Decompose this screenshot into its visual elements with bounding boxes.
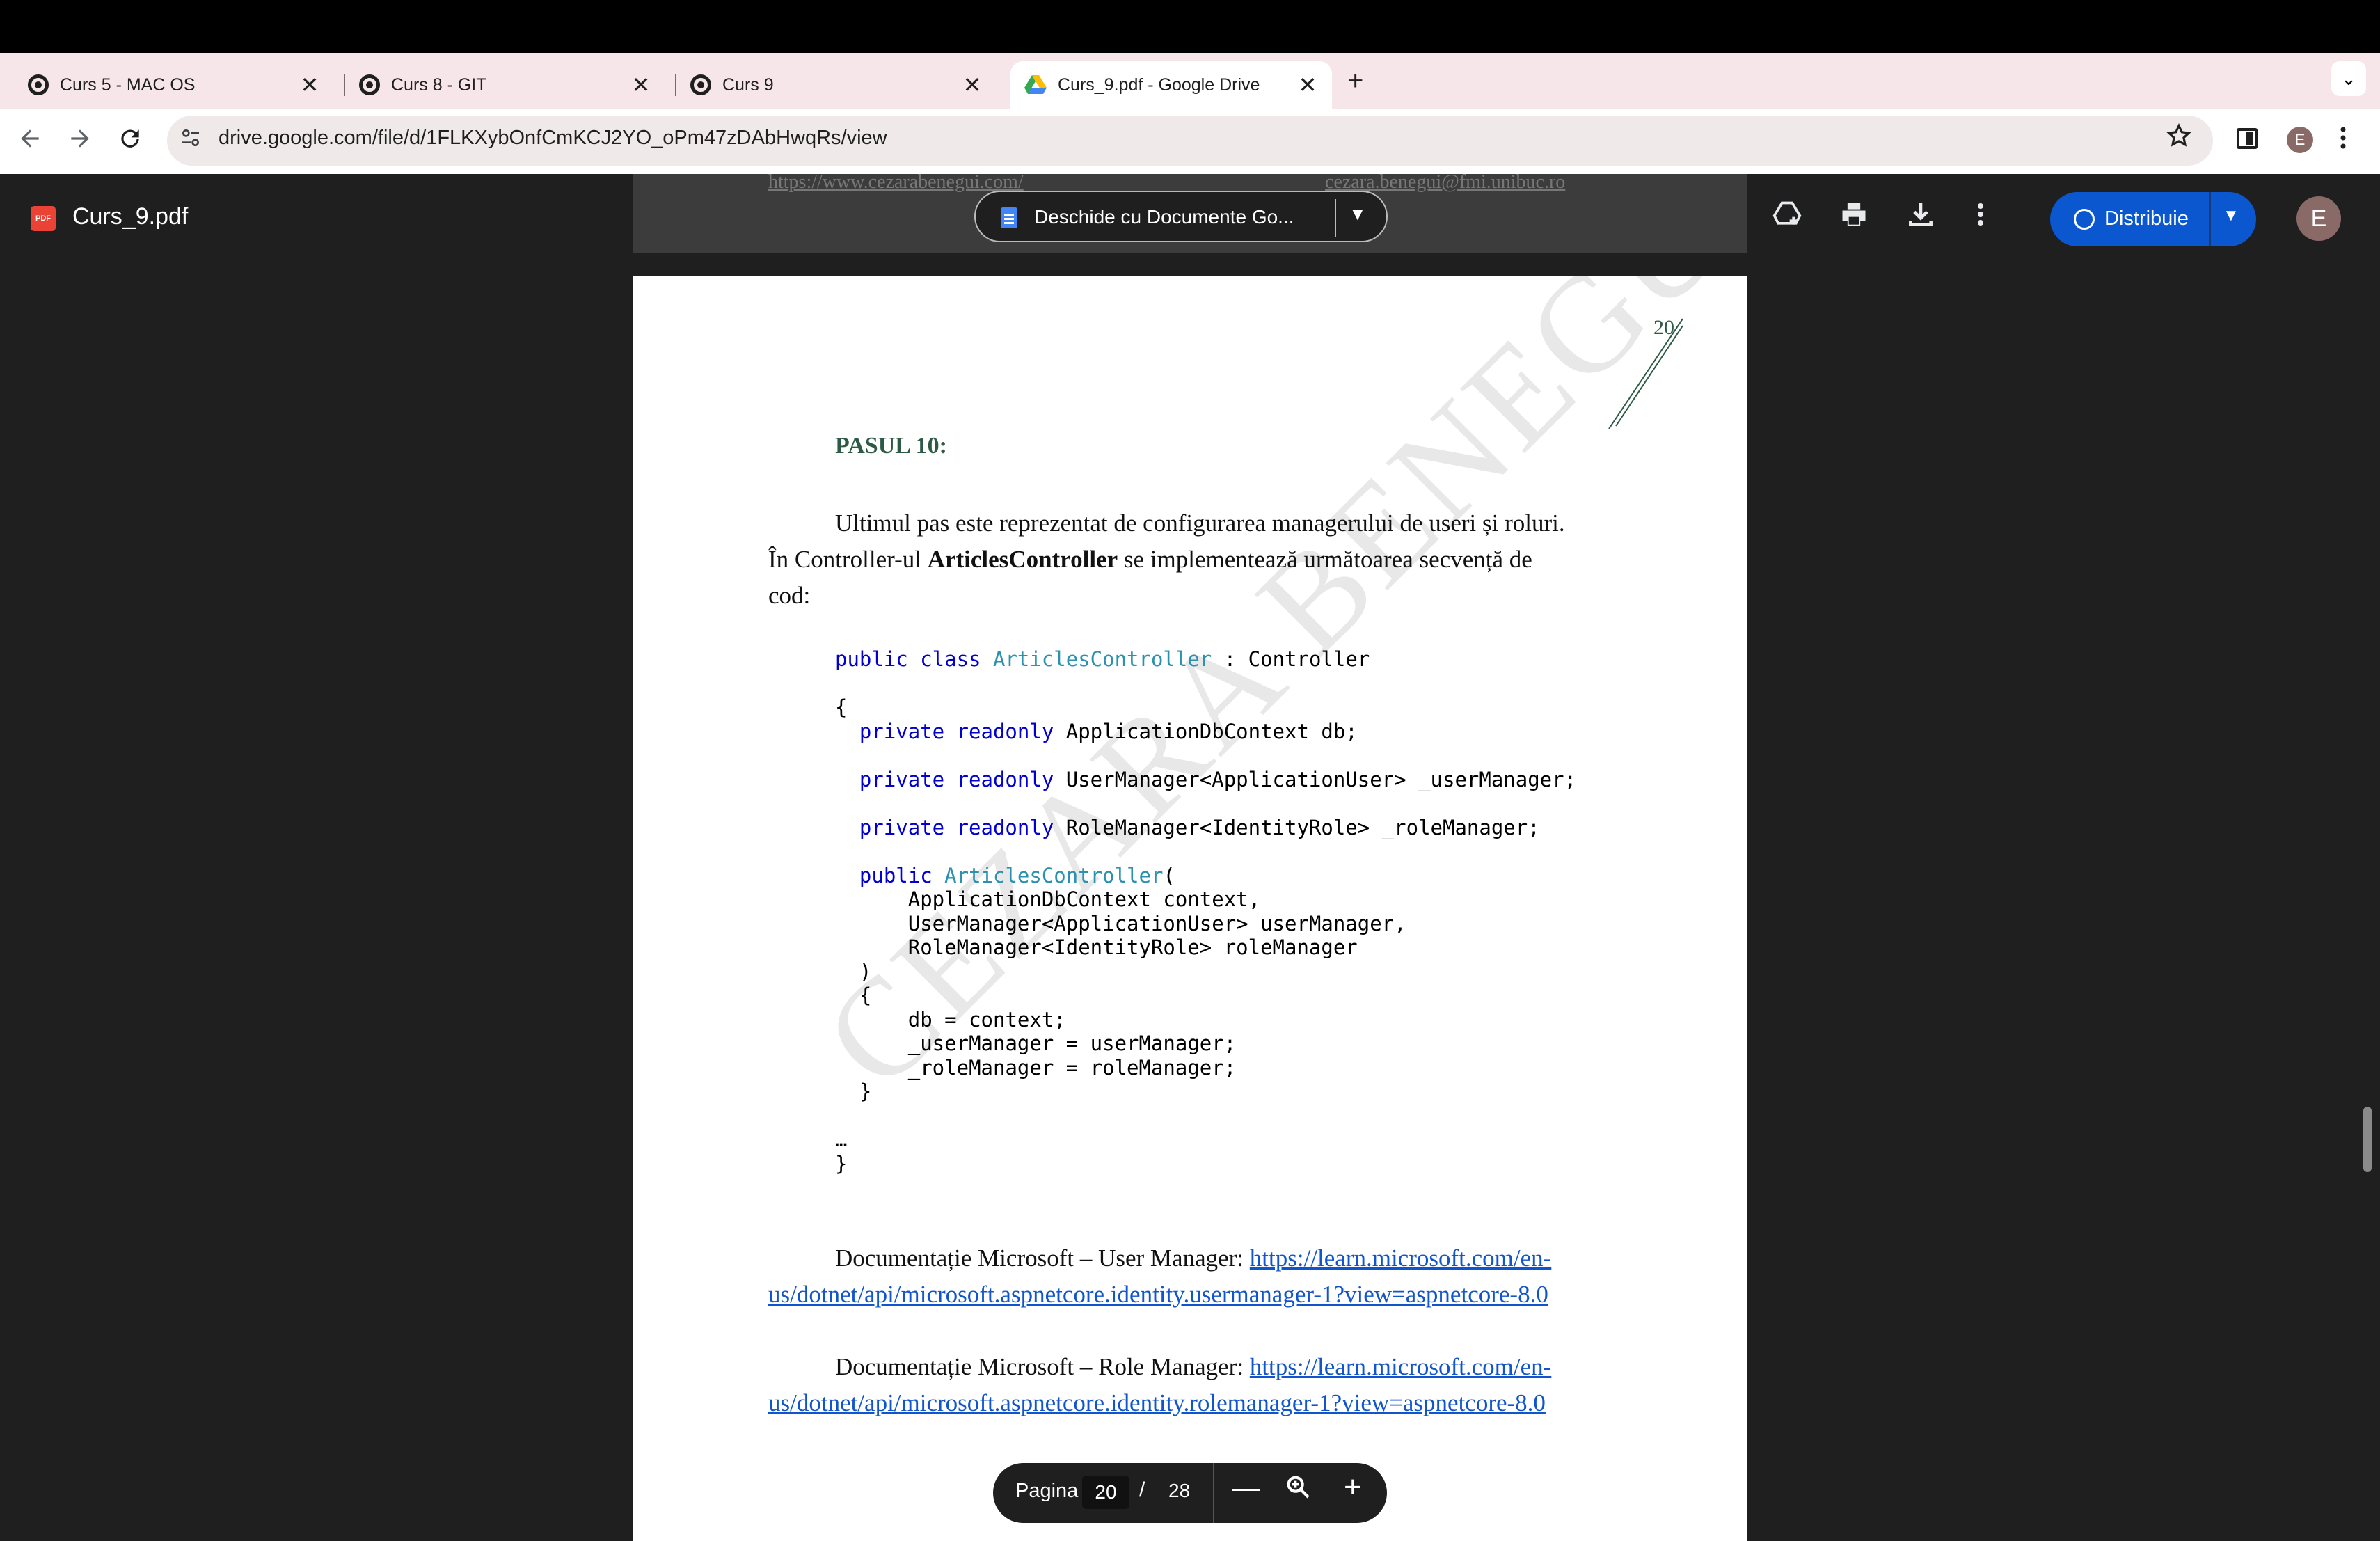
github-icon xyxy=(690,74,711,95)
zoom-out-button[interactable]: — xyxy=(1232,1473,1260,1504)
ghost-link: https://www.cezarabenegui.com/ xyxy=(768,174,1024,193)
more-actions-button[interactable] xyxy=(1975,199,1986,237)
tab-strip: Curs 5 - MAC OS ✕ Curs 8 - GIT ✕ Curs 9 … xyxy=(0,53,2380,109)
step-title: PASUL 10: xyxy=(835,433,947,459)
account-avatar[interactable]: E xyxy=(2296,196,2341,241)
print-button[interactable] xyxy=(1839,199,1869,237)
kebab-menu-icon xyxy=(2340,127,2346,149)
arrow-right-icon xyxy=(71,129,89,148)
tab-title: Curs 8 - GIT xyxy=(391,74,487,95)
google-drive-icon xyxy=(1024,75,1047,94)
button-divider xyxy=(1335,199,1336,237)
chevron-down-icon: ⌄ xyxy=(2341,68,2356,89)
reload-button[interactable] xyxy=(117,125,143,159)
controls-divider xyxy=(1213,1463,1214,1523)
browser-menu-button[interactable] xyxy=(2338,124,2348,159)
download-button[interactable] xyxy=(1905,199,1936,237)
add-to-drive-button[interactable] xyxy=(1772,199,1802,237)
new-tab-button[interactable]: + xyxy=(1347,65,1363,97)
download-icon xyxy=(1909,203,1933,226)
close-icon[interactable]: ✕ xyxy=(1297,72,1318,98)
zoom-in-button[interactable]: + xyxy=(1344,1470,1362,1505)
dropdown-caret-icon[interactable]: ▼ xyxy=(1349,203,1367,225)
tab-curs5[interactable]: Curs 5 - MAC OS ✕ xyxy=(14,61,334,109)
back-button[interactable] xyxy=(17,125,43,159)
share-button[interactable]: Distribuie ▼ xyxy=(2050,192,2256,246)
forward-button[interactable] xyxy=(67,125,93,159)
doc-user-manager: Documentație Microsoft – User Manager: h… xyxy=(768,1244,1552,1308)
pdf-file-icon: PDF xyxy=(31,206,56,231)
page-label: Pagina xyxy=(1015,1480,1079,1502)
file-name: Curs_9.pdf xyxy=(72,203,189,230)
bookmark-button[interactable] xyxy=(2166,123,2192,156)
code-block: public class ArticlesController : Contro… xyxy=(835,647,1577,1176)
total-pages: 28 xyxy=(1168,1480,1191,1501)
zoom-icon[interactable] xyxy=(1284,1473,1312,1508)
open-with-docs-button[interactable]: Deschide cu Documente Go... ▼ xyxy=(974,191,1388,242)
star-icon xyxy=(2166,123,2191,147)
github-icon xyxy=(359,74,380,95)
url-text[interactable]: drive.google.com/file/d/1FLKXybOnfCmKCJ2… xyxy=(219,127,887,150)
pdf-page: CEZARA BENEGUI 20 PASUL 10: Ultimul pas … xyxy=(633,276,1747,1541)
side-panel-icon[interactable] xyxy=(2237,128,2258,149)
share-dropdown-icon[interactable]: ▼ xyxy=(2223,206,2239,226)
arrow-left-icon xyxy=(21,129,39,148)
globe-icon xyxy=(2074,209,2095,230)
google-docs-icon xyxy=(1001,207,1017,228)
tab-title: Curs 5 - MAC OS xyxy=(60,74,196,95)
os-top-bar xyxy=(0,0,2380,53)
github-icon xyxy=(28,74,49,95)
page-separator: / xyxy=(1139,1478,1145,1501)
profile-avatar[interactable]: E xyxy=(2287,127,2313,153)
share-label: Distribuie xyxy=(2104,207,2189,230)
current-page-input[interactable]: 20 xyxy=(1082,1476,1129,1509)
share-divider xyxy=(2209,192,2211,246)
close-icon[interactable]: ✕ xyxy=(962,72,983,98)
doc-role-manager: Documentație Microsoft – Role Manager: h… xyxy=(768,1353,1552,1416)
tab-search-button[interactable]: ⌄ xyxy=(2331,61,2366,96)
print-icon xyxy=(1842,203,1866,226)
add-to-drive-icon xyxy=(1772,201,1802,225)
tab-title: Curs 9 xyxy=(722,74,774,95)
reload-icon xyxy=(121,129,139,148)
intro-paragraph: Ultimul pas este reprezentat de configur… xyxy=(768,509,1565,609)
tab-curs9-pdf[interactable]: Curs_9.pdf - Google Drive ✕ xyxy=(1010,61,1332,109)
close-icon[interactable]: ✕ xyxy=(299,72,320,98)
page-controls: Pagina 20 / 28 — + xyxy=(993,1463,1387,1523)
site-info-icon[interactable] xyxy=(180,127,202,155)
tab-curs8[interactable]: Curs 8 - GIT ✕ xyxy=(345,61,665,109)
tab-title: Curs_9.pdf - Google Drive xyxy=(1058,74,1260,95)
corner-decoration xyxy=(1608,318,1683,429)
open-with-label: Deschide cu Documente Go... xyxy=(1034,206,1294,228)
more-icon xyxy=(1978,203,1983,226)
close-icon[interactable]: ✕ xyxy=(630,72,651,98)
tab-curs9[interactable]: Curs 9 ✕ xyxy=(676,61,997,109)
scrollbar-thumb[interactable] xyxy=(2363,1107,2372,1172)
